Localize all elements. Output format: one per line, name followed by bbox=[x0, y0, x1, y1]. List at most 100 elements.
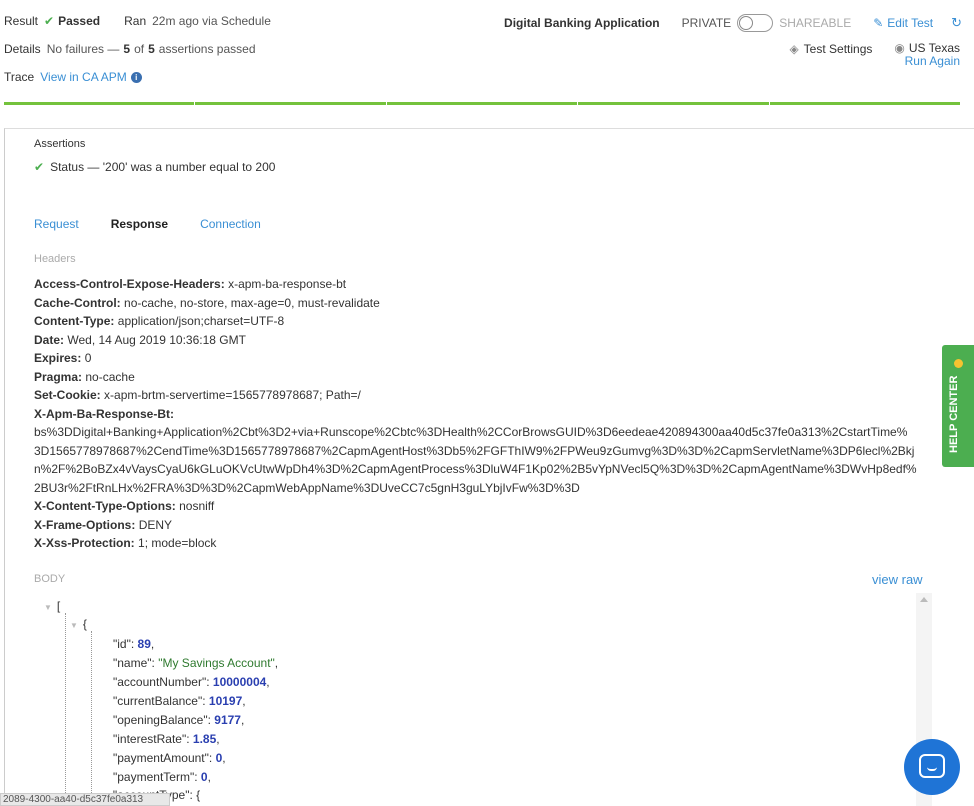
json-field: "interestRate": 1.85, bbox=[113, 732, 220, 746]
run-again-link[interactable]: Run Again bbox=[905, 54, 960, 68]
progress-segment bbox=[4, 102, 195, 105]
json-bracket: [ bbox=[56, 599, 61, 613]
shareable-label: SHAREABLE bbox=[779, 16, 852, 30]
tab-response[interactable]: Response bbox=[111, 217, 168, 231]
header-value-line: 2BU3r%2FtRnLHx%2FRA%3D%3D%2CapmWebAppNam… bbox=[34, 480, 580, 495]
json-value: 0 bbox=[215, 751, 223, 765]
json-value: "My Savings Account" bbox=[158, 656, 275, 670]
headers-title: Headers bbox=[34, 253, 76, 265]
json-object-open[interactable]: ▼{ bbox=[70, 615, 87, 635]
header-value-line: 3D1565778978687%2CendTime%3D156577897868… bbox=[34, 443, 915, 458]
json-value: 0 bbox=[200, 770, 208, 784]
progress-segment bbox=[769, 102, 961, 105]
header-key: X-Apm-Ba-Response-Bt: bbox=[34, 406, 175, 421]
view-in-apm-link[interactable]: View in CA APM bbox=[40, 70, 126, 84]
edit-test-label: Edit Test bbox=[887, 16, 934, 30]
header-value-line: n%2F%2BoBZx4vVaysCyaU6kGLuOKVcUtwWpDh4%3… bbox=[34, 462, 917, 476]
privacy-toggle[interactable] bbox=[737, 14, 774, 32]
json-key: "interestRate" bbox=[113, 732, 187, 746]
app-name: Digital Banking Application bbox=[504, 16, 660, 30]
json-array-open[interactable]: ▼[ bbox=[44, 597, 60, 617]
header-value: nosniff bbox=[179, 499, 215, 513]
check-icon: ✔ bbox=[44, 14, 55, 28]
location-block: ◉ US Texas Run Again bbox=[894, 42, 960, 68]
json-bracket: { bbox=[82, 617, 87, 631]
progress-segment bbox=[195, 102, 386, 105]
indent-guide bbox=[91, 631, 92, 806]
info-icon[interactable]: i bbox=[130, 71, 142, 83]
header-row: Cache-Control: no-cache, no-store, max-a… bbox=[34, 294, 934, 313]
header-row: Set-Cookie: x-apm-brtm-servertime=156577… bbox=[34, 386, 934, 405]
tab-connection[interactable]: Connection bbox=[200, 217, 261, 231]
header-key: X-Frame-Options: bbox=[34, 517, 136, 532]
detail-tabs: Request Response Connection bbox=[34, 217, 261, 231]
progress-segment bbox=[386, 102, 578, 105]
details-label: Details bbox=[4, 42, 41, 56]
header-key: Set-Cookie: bbox=[34, 388, 101, 402]
test-settings-button[interactable]: ◈ Test Settings bbox=[789, 42, 872, 56]
header-row: Access-Control-Expose-Headers: x-apm-ba-… bbox=[34, 275, 934, 294]
header-row: Expires: 0 bbox=[34, 349, 934, 368]
progress-segment bbox=[578, 102, 769, 105]
browser-status-bar: 2089-4300-aa40-d5c37fe0a313 bbox=[0, 793, 170, 806]
chat-launcher-button[interactable] bbox=[904, 739, 960, 795]
scroll-up-icon[interactable] bbox=[920, 597, 928, 602]
assertion-progress-bar bbox=[4, 102, 961, 105]
test-result-header: Result ✔ Passed Ran 22m ago via Schedule… bbox=[0, 0, 974, 130]
details-prefix: No failures — bbox=[46, 42, 120, 56]
json-key: "name" bbox=[113, 656, 152, 670]
trace-label: Trace bbox=[4, 70, 35, 84]
header-value: no-cache bbox=[85, 369, 135, 384]
header-value: x-apm-brtm-servertime=1565778978687; Pat… bbox=[104, 388, 361, 402]
edit-test-button[interactable]: ✎ Edit Test bbox=[873, 16, 933, 30]
result-label: Result bbox=[4, 14, 39, 28]
header-value: DENY bbox=[138, 517, 173, 532]
json-field: "accountNumber": 10000004, bbox=[113, 675, 270, 689]
caret-down-icon[interactable]: ▼ bbox=[44, 603, 52, 612]
json-field: "name": "My Savings Account", bbox=[113, 656, 279, 670]
chat-smile bbox=[927, 767, 937, 771]
pencil-icon: ✎ bbox=[873, 16, 884, 30]
refresh-icon[interactable]: ↻ bbox=[951, 15, 962, 31]
json-field: "paymentTerm": 0, bbox=[113, 770, 211, 784]
json-value: 9177 bbox=[214, 713, 241, 727]
header-key: Cache-Control: bbox=[34, 295, 121, 310]
ran-value: 22m ago via Schedule bbox=[152, 14, 271, 28]
json-key: "currentBalance" bbox=[113, 694, 203, 708]
check-icon: ✔ bbox=[34, 160, 45, 174]
body-title: BODY bbox=[34, 573, 66, 585]
location-pin-icon: ◉ bbox=[894, 41, 905, 55]
assertion-item: ✔ Status — '200' was a number equal to 2… bbox=[34, 160, 275, 174]
json-viewer: ▼[ ▼{ "id": 89, "name": "My Savings Acco… bbox=[34, 593, 932, 806]
json-value: 10197 bbox=[208, 694, 243, 708]
json-key: "paymentTerm" bbox=[113, 770, 195, 784]
caret-down-icon[interactable]: ▼ bbox=[70, 621, 78, 630]
header-row: X-Apm-Ba-Response-Bt: bbox=[34, 405, 934, 424]
header-value: 0 bbox=[84, 351, 92, 365]
json-field: "currentBalance": 10197, bbox=[113, 694, 246, 708]
header-actions: Digital Banking Application PRIVATE SHAR… bbox=[504, 14, 962, 32]
view-raw-link[interactable]: view raw bbox=[872, 572, 923, 587]
header-key: Content-Type: bbox=[34, 314, 115, 328]
indent-guide bbox=[65, 613, 66, 806]
json-field: "paymentAmount": 0, bbox=[113, 751, 226, 765]
step-detail-panel: Assertions ✔ Status — '200' was a number… bbox=[4, 128, 974, 806]
chat-icon bbox=[919, 754, 945, 778]
test-settings-label: Test Settings bbox=[803, 42, 873, 56]
details-of: of bbox=[134, 42, 145, 56]
header-row: X-Xss-Protection: 1; mode=block bbox=[34, 534, 934, 553]
header-row: X-Content-Type-Options: nosniff bbox=[34, 497, 934, 516]
trace-row: Trace View in CA APM i bbox=[4, 70, 142, 84]
details-total-count: 5 bbox=[148, 42, 155, 56]
bulb-icon bbox=[954, 359, 963, 368]
json-bracket: { bbox=[196, 788, 201, 802]
help-center-tab[interactable]: HELP CENTER bbox=[942, 345, 974, 467]
json-key: "id" bbox=[113, 637, 131, 651]
header-key: Access-Control-Expose-Headers: bbox=[34, 277, 225, 291]
tab-request[interactable]: Request bbox=[34, 217, 79, 231]
details-row: Details No failures — 5 of 5 assertions … bbox=[4, 42, 256, 56]
response-headers: Access-Control-Expose-Headers: x-apm-ba-… bbox=[34, 275, 934, 553]
header-key: Date: bbox=[34, 332, 65, 347]
json-value: 1.85 bbox=[192, 732, 217, 746]
ran-label: Ran bbox=[124, 14, 147, 28]
